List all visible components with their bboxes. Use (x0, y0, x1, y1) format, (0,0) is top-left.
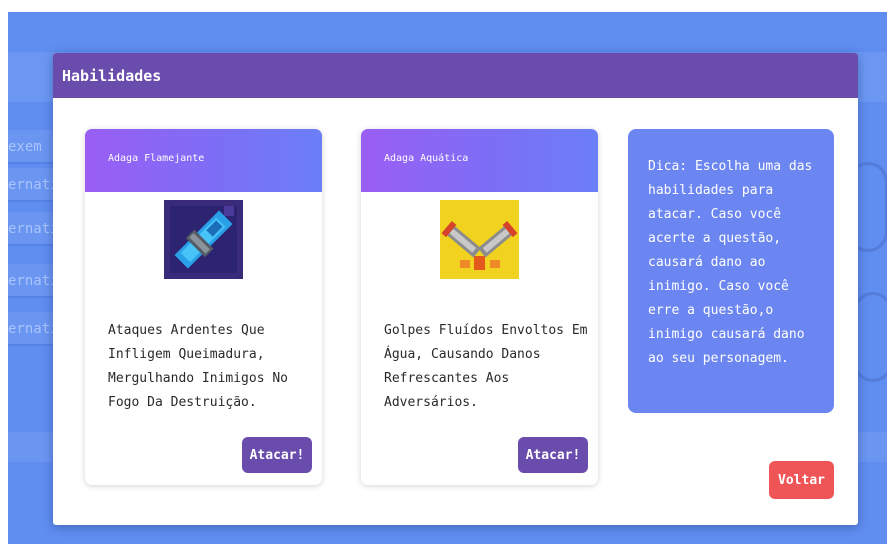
attack-button[interactable]: Atacar! (518, 437, 588, 473)
back-button[interactable]: Voltar (769, 461, 834, 499)
tip-box: Dica: Escolha uma das habilidades para a… (628, 129, 834, 413)
flaming-dagger-icon (164, 200, 243, 279)
background-menu-item: ernati (8, 212, 56, 246)
modal-title: Habilidades (62, 66, 162, 85)
ability-description: Golpes Fluídos Envoltos Em Água, Causand… (384, 323, 588, 410)
card-header: Adaga Aquática (361, 129, 598, 192)
background-menu-item: ernati (8, 312, 56, 346)
card-header: Adaga Flamejante (85, 129, 322, 192)
ability-description: Ataques Ardentes Que Infligem Queimadura… (108, 323, 289, 410)
attack-button[interactable]: Atacar! (242, 437, 312, 473)
background-menu-item: exem (8, 130, 56, 164)
ability-name: Adaga Aquática (384, 153, 469, 164)
background-ornament (853, 292, 887, 382)
aquatic-dagger-icon (440, 200, 519, 279)
modal-header: Habilidades (53, 53, 858, 98)
abilities-modal: Habilidades Adaga Flamejante Ataques Ard… (53, 53, 858, 525)
ability-card-aquatic-dagger: Adaga Aquática Golpes Fluídos Envoltos E… (361, 129, 598, 485)
background-menu-item: ernati (8, 264, 56, 298)
background-menu-item: ernati (8, 168, 56, 202)
ability-name: Adaga Flamejante (108, 153, 205, 164)
ability-card-flaming-dagger: Adaga Flamejante Ataques Ardentes Que In… (85, 129, 322, 485)
